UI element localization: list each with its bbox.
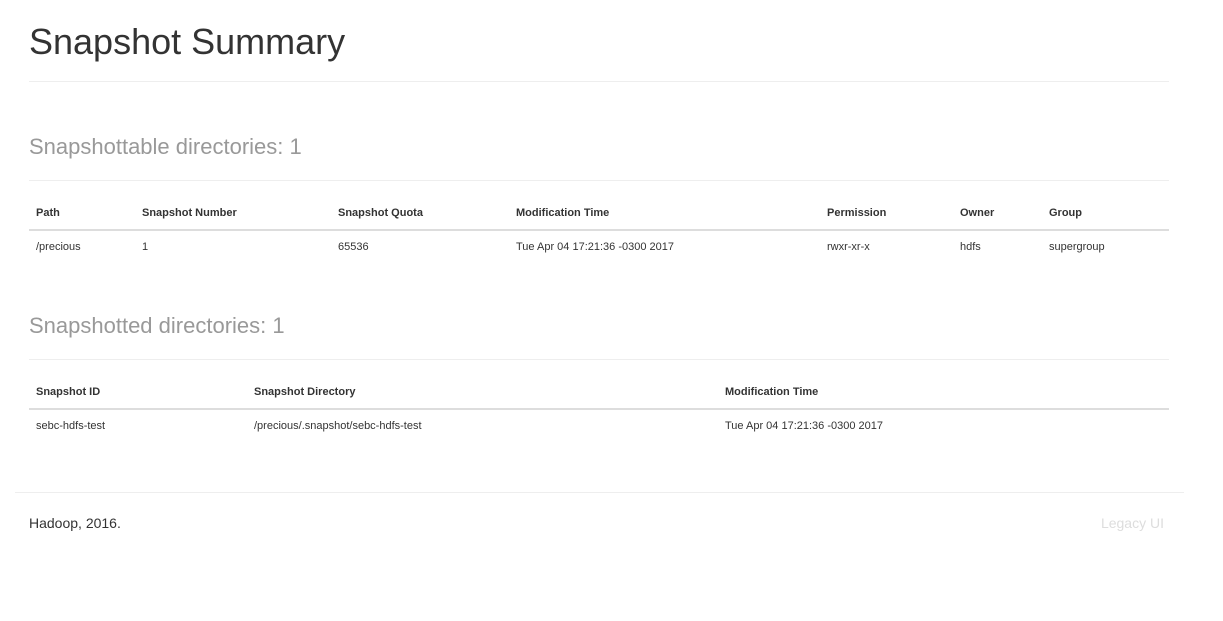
snapshottable-table: Path Snapshot Number Snapshot Quota Modi… bbox=[29, 207, 1169, 261]
table-cell: rwxr-xr-x bbox=[827, 241, 870, 253]
table-cell: supergroup bbox=[1049, 241, 1105, 253]
snapshotted-table: Snapshot ID Snapshot Directory Modificat… bbox=[29, 386, 1169, 440]
footer-copyright: Hadoop, 2016. bbox=[29, 515, 121, 531]
table-cell: /precious bbox=[36, 241, 81, 253]
column-header: Snapshot Number bbox=[135, 207, 331, 231]
table-cell: 65536 bbox=[338, 241, 369, 253]
column-header: Group bbox=[1042, 207, 1169, 231]
table-header-row: Path Snapshot Number Snapshot Quota Modi… bbox=[29, 207, 1169, 231]
column-header: Snapshot Directory bbox=[247, 386, 718, 410]
table-cell: sebc-hdfs-test bbox=[36, 420, 106, 432]
snapshottable-title: Snapshottable directories: 1 bbox=[29, 134, 302, 159]
legacy-ui-link[interactable]: Legacy UI bbox=[1101, 515, 1164, 531]
column-header: Modification Time bbox=[718, 386, 1169, 410]
table-header-row: Snapshot ID Snapshot Directory Modificat… bbox=[29, 386, 1169, 410]
column-header: Snapshot ID bbox=[29, 386, 247, 410]
table-cell: 1 bbox=[142, 241, 149, 253]
main-container: Snapshot Summary Snapshottable directori… bbox=[29, 0, 1169, 440]
page-header: Snapshot Summary bbox=[29, 22, 1169, 82]
column-header: Modification Time bbox=[509, 207, 820, 231]
footer: Hadoop, 2016. Legacy UI bbox=[15, 492, 1184, 531]
column-header: Snapshot Quota bbox=[331, 207, 509, 231]
table-row: sebc-hdfs-test /precious/.snapshot/sebc-… bbox=[29, 409, 1169, 440]
snapshotted-section-header: Snapshotted directories: 1 bbox=[29, 313, 1169, 360]
column-header: Permission bbox=[820, 207, 953, 231]
column-header: Owner bbox=[953, 207, 1042, 231]
table-row: /precious 1 65536 Tue Apr 04 17:21:36 -0… bbox=[29, 230, 1169, 261]
table-cell: /precious/.snapshot/sebc-hdfs-test bbox=[254, 420, 422, 432]
column-header: Path bbox=[29, 207, 135, 231]
snapshottable-section-header: Snapshottable directories: 1 bbox=[29, 134, 1169, 181]
table-cell: Tue Apr 04 17:21:36 -0300 2017 bbox=[725, 420, 883, 432]
snapshotted-title: Snapshotted directories: 1 bbox=[29, 313, 285, 338]
page-title: Snapshot Summary bbox=[29, 21, 346, 62]
table-cell: Tue Apr 04 17:21:36 -0300 2017 bbox=[516, 241, 674, 253]
table-cell: hdfs bbox=[960, 241, 981, 253]
